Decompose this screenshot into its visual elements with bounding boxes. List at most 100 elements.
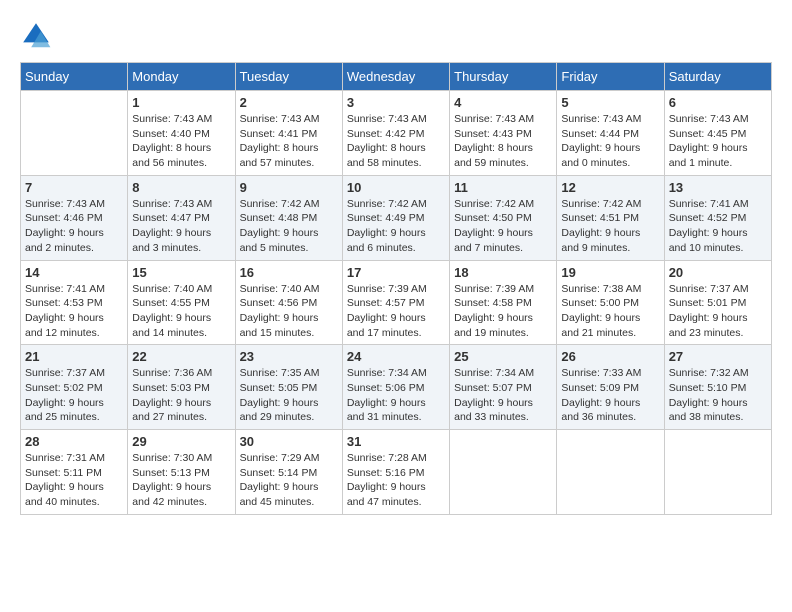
day-number: 12 [561,180,659,195]
calendar-cell: 4 Sunrise: 7:43 AMSunset: 4:43 PMDaylight… [450,91,557,176]
calendar-cell: 6Sunrise: 7:43 AMSunset: 4:45 PMDaylight… [664,91,771,176]
calendar-cell [557,430,664,515]
calendar-cell: 15Sunrise: 7:40 AMSunset: 4:55 PMDayligh… [128,260,235,345]
day-info: Sunrise: 7:43 AMSunset: 4:43 PMDaylight:… [454,112,552,171]
day-info: Sunrise: 7:38 AMSunset: 5:00 PMDaylight:… [561,282,659,341]
calendar-week-row: 14 Sunrise: 7:41 AMSunset: 4:53 PMDayligh… [21,260,772,345]
day-info: Sunrise: 7:32 AMSunset: 5:10 PMDaylight:… [669,366,767,425]
calendar-cell: 30 Sunrise: 7:29 AMSunset: 5:14 PMDayligh… [235,430,342,515]
day-number: 17 [347,265,445,280]
calendar-cell: 24 Sunrise: 7:34 AMSunset: 5:06 PMDayligh… [342,345,449,430]
day-number: 19 [561,265,659,280]
day-number: 14 [25,265,123,280]
day-number: 18 [454,265,552,280]
calendar-cell: 29Sunrise: 7:30 AMSunset: 5:13 PMDayligh… [128,430,235,515]
day-info: Sunrise: 7:43 AMSunset: 4:44 PMDaylight:… [561,112,659,171]
day-number: 23 [240,349,338,364]
calendar-cell: 20 Sunrise: 7:37 AMSunset: 5:01 PMDayligh… [664,260,771,345]
day-number: 27 [669,349,767,364]
calendar-cell: 13 Sunrise: 7:41 AMSunset: 4:52 PMDayligh… [664,175,771,260]
logo [20,20,56,52]
day-info: Sunrise: 7:42 AMSunset: 4:49 PMDaylight:… [347,197,445,256]
day-number: 29 [132,434,230,449]
day-info: Sunrise: 7:43 AMSunset: 4:47 PMDaylight:… [132,197,230,256]
calendar-cell: 12 Sunrise: 7:42 AMSunset: 4:51 PMDayligh… [557,175,664,260]
calendar-week-row: 21 Sunrise: 7:37 AMSunset: 5:02 PMDayligh… [21,345,772,430]
calendar-cell: 9 Sunrise: 7:42 AMSunset: 4:48 PMDaylight… [235,175,342,260]
day-number: 24 [347,349,445,364]
day-number: 11 [454,180,552,195]
calendar-cell: 21 Sunrise: 7:37 AMSunset: 5:02 PMDayligh… [21,345,128,430]
day-number: 30 [240,434,338,449]
day-number: 9 [240,180,338,195]
calendar-week-row: 1 Sunrise: 7:43 AMSunset: 4:40 PMDaylight… [21,91,772,176]
day-info: Sunrise: 7:28 AMSunset: 5:16 PMDaylight:… [347,451,445,510]
day-number: 10 [347,180,445,195]
day-header-monday: Monday [128,63,235,91]
day-info: Sunrise: 7:37 AMSunset: 5:02 PMDaylight:… [25,366,123,425]
day-header-saturday: Saturday [664,63,771,91]
day-number: 13 [669,180,767,195]
calendar-cell: 7Sunrise: 7:43 AMSunset: 4:46 PMDaylight… [21,175,128,260]
calendar-cell: 18 Sunrise: 7:39 AMSunset: 4:58 PMDayligh… [450,260,557,345]
day-info: Sunrise: 7:40 AMSunset: 4:56 PMDaylight:… [240,282,338,341]
day-number: 16 [240,265,338,280]
day-number: 8 [132,180,230,195]
calendar-cell: 22Sunrise: 7:36 AMSunset: 5:03 PMDayligh… [128,345,235,430]
calendar-cell: 10 Sunrise: 7:42 AMSunset: 4:49 PMDayligh… [342,175,449,260]
calendar-cell: 26 Sunrise: 7:33 AMSunset: 5:09 PMDayligh… [557,345,664,430]
calendar-cell: 16 Sunrise: 7:40 AMSunset: 4:56 PMDayligh… [235,260,342,345]
day-info: Sunrise: 7:29 AMSunset: 5:14 PMDaylight:… [240,451,338,510]
calendar-cell: 31 Sunrise: 7:28 AMSunset: 5:16 PMDayligh… [342,430,449,515]
day-info: Sunrise: 7:39 AMSunset: 4:57 PMDaylight:… [347,282,445,341]
calendar-cell: 14 Sunrise: 7:41 AMSunset: 4:53 PMDayligh… [21,260,128,345]
day-header-sunday: Sunday [21,63,128,91]
day-info: Sunrise: 7:31 AMSunset: 5:11 PMDaylight:… [25,451,123,510]
day-header-tuesday: Tuesday [235,63,342,91]
day-number: 28 [25,434,123,449]
day-number: 1 [132,95,230,110]
calendar-cell: 8 Sunrise: 7:43 AMSunset: 4:47 PMDaylight… [128,175,235,260]
day-header-friday: Friday [557,63,664,91]
calendar-cell: 25 Sunrise: 7:34 AMSunset: 5:07 PMDayligh… [450,345,557,430]
calendar-cell: 17 Sunrise: 7:39 AMSunset: 4:57 PMDayligh… [342,260,449,345]
day-number: 20 [669,265,767,280]
day-info: Sunrise: 7:43 AMSunset: 4:40 PMDaylight:… [132,112,230,171]
calendar-cell: 19 Sunrise: 7:38 AMSunset: 5:00 PMDayligh… [557,260,664,345]
day-header-wednesday: Wednesday [342,63,449,91]
day-number: 26 [561,349,659,364]
calendar-cell: 2 Sunrise: 7:43 AMSunset: 4:41 PMDaylight… [235,91,342,176]
day-number: 5 [561,95,659,110]
day-number: 3 [347,95,445,110]
calendar-cell: 28 Sunrise: 7:31 AMSunset: 5:11 PMDayligh… [21,430,128,515]
day-number: 25 [454,349,552,364]
day-info: Sunrise: 7:34 AMSunset: 5:06 PMDaylight:… [347,366,445,425]
day-info: Sunrise: 7:33 AMSunset: 5:09 PMDaylight:… [561,366,659,425]
day-number: 21 [25,349,123,364]
calendar-week-row: 28 Sunrise: 7:31 AMSunset: 5:11 PMDayligh… [21,430,772,515]
day-info: Sunrise: 7:34 AMSunset: 5:07 PMDaylight:… [454,366,552,425]
day-number: 31 [347,434,445,449]
calendar-cell: 3 Sunrise: 7:43 AMSunset: 4:42 PMDaylight… [342,91,449,176]
logo-icon [20,20,52,52]
day-info: Sunrise: 7:41 AMSunset: 4:53 PMDaylight:… [25,282,123,341]
day-number: 4 [454,95,552,110]
day-info: Sunrise: 7:42 AMSunset: 4:48 PMDaylight:… [240,197,338,256]
day-info: Sunrise: 7:41 AMSunset: 4:52 PMDaylight:… [669,197,767,256]
calendar-cell [450,430,557,515]
day-info: Sunrise: 7:42 AMSunset: 4:51 PMDaylight:… [561,197,659,256]
calendar-header-row: SundayMondayTuesdayWednesdayThursdayFrid… [21,63,772,91]
calendar-cell [664,430,771,515]
day-info: Sunrise: 7:43 AMSunset: 4:41 PMDaylight:… [240,112,338,171]
day-info: Sunrise: 7:42 AMSunset: 4:50 PMDaylight:… [454,197,552,256]
day-info: Sunrise: 7:35 AMSunset: 5:05 PMDaylight:… [240,366,338,425]
day-number: 2 [240,95,338,110]
day-info: Sunrise: 7:36 AMSunset: 5:03 PMDaylight:… [132,366,230,425]
day-header-thursday: Thursday [450,63,557,91]
calendar-cell: 27 Sunrise: 7:32 AMSunset: 5:10 PMDayligh… [664,345,771,430]
day-info: Sunrise: 7:43 AMSunset: 4:42 PMDaylight:… [347,112,445,171]
day-number: 7 [25,180,123,195]
day-info: Sunrise: 7:39 AMSunset: 4:58 PMDaylight:… [454,282,552,341]
day-info: Sunrise: 7:37 AMSunset: 5:01 PMDaylight:… [669,282,767,341]
page-header [20,20,772,52]
